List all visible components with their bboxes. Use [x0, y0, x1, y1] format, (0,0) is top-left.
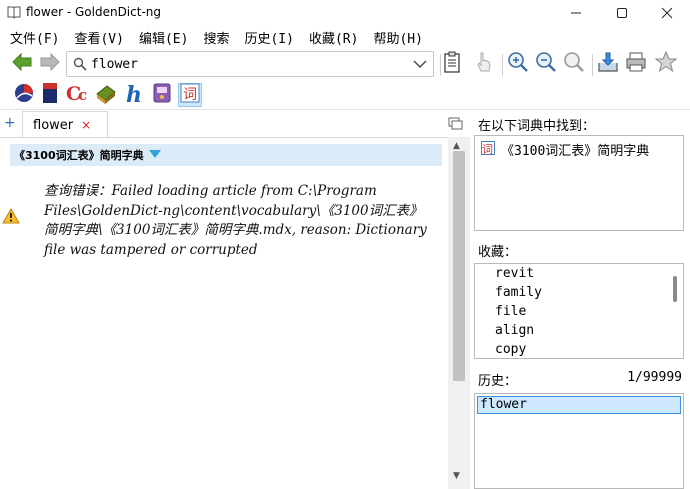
- error-message: 查询错误：Failed loading article from C:\Prog…: [44, 183, 427, 258]
- warning-icon: [2, 207, 20, 228]
- tab-flower[interactable]: flower ×: [22, 111, 108, 138]
- title-bar: flower - GoldenDict-ng: [0, 0, 690, 26]
- arrow-left-icon: [12, 52, 32, 75]
- side-panel: 在以下词典中找到： 词 《3100词汇表》简明字典 收藏： revit fami…: [470, 111, 690, 489]
- printer-icon: [625, 51, 647, 77]
- dict-toggle-6[interactable]: [150, 83, 174, 107]
- dict-toggle-4[interactable]: [94, 83, 118, 107]
- save-icon: [597, 51, 619, 77]
- favorite-item[interactable]: family: [495, 285, 542, 300]
- menu-edit[interactable]: 编辑(E): [139, 26, 188, 48]
- favorite-item[interactable]: copy: [495, 342, 526, 357]
- minimize-button[interactable]: [553, 0, 599, 26]
- history-item[interactable]: flower: [477, 396, 681, 414]
- books-dict-icon: [95, 82, 117, 108]
- dict-toggle-5[interactable]: h: [122, 82, 146, 108]
- dict-toggle-7[interactable]: 词: [178, 83, 202, 107]
- menu-file[interactable]: 文件(F): [10, 26, 59, 48]
- toolbar-divider: [592, 54, 593, 76]
- save-article-button[interactable]: [594, 50, 622, 78]
- zoom-out-icon: [535, 51, 557, 77]
- list-item[interactable]: 词 《3100词汇表》简明字典: [481, 140, 649, 159]
- h-dict-icon: h: [123, 82, 145, 108]
- purple-book-icon: [151, 82, 173, 108]
- zoom-in-icon: [507, 51, 529, 77]
- svg-text:词: 词: [183, 87, 197, 103]
- dictionary-bar: Cc h 词: [0, 80, 690, 110]
- plus-icon[interactable]: +: [4, 115, 16, 131]
- scroll-down-icon[interactable]: ▼: [453, 471, 460, 481]
- found-in-list: 词 《3100词汇表》简明字典: [474, 135, 684, 231]
- maximize-button[interactable]: [599, 0, 645, 26]
- vocab-dict-icon: 词: [481, 140, 495, 159]
- history-list: flower: [474, 393, 684, 489]
- found-in-item-label: 《3100词汇表》简明字典: [501, 144, 650, 159]
- menu-search[interactable]: 搜索: [203, 26, 229, 48]
- search-icon: [73, 57, 87, 75]
- article-view: 《3100词汇表》简明字典 查询错误：Failed loading articl…: [0, 137, 448, 489]
- toolbar-divider: [502, 54, 503, 76]
- scroll-up-icon[interactable]: ▲: [453, 141, 460, 151]
- dict-toggle-1[interactable]: [12, 83, 36, 107]
- cc-dict-icon: Cc: [66, 82, 90, 108]
- scrollbar-thumb[interactable]: [673, 276, 677, 302]
- favorites-list: revit family file align copy: [474, 263, 684, 359]
- favorite-item[interactable]: align: [495, 323, 534, 338]
- back-button[interactable]: [8, 50, 36, 78]
- favorite-item[interactable]: revit: [495, 266, 534, 281]
- zoom-out-button[interactable]: [532, 50, 560, 78]
- history-count: 1/99999: [627, 370, 682, 385]
- forward-button[interactable]: [36, 50, 64, 78]
- zoom-in-button[interactable]: [504, 50, 532, 78]
- menu-help[interactable]: 帮助(H): [373, 26, 422, 48]
- favorite-item[interactable]: file: [495, 304, 526, 319]
- clipboard-icon: [443, 51, 461, 77]
- chevron-down-icon[interactable]: [413, 58, 427, 74]
- window-title: flower - GoldenDict-ng: [26, 5, 161, 19]
- oxford-dict-icon: [41, 82, 59, 108]
- pronounce-button[interactable]: [438, 50, 466, 78]
- zoom-reset-icon: [563, 51, 585, 77]
- dictionary-title: 《3100词汇表》简明字典: [14, 149, 144, 162]
- favorites-label: 收藏：: [478, 245, 518, 260]
- close-button[interactable]: [644, 0, 690, 26]
- dictionary-header[interactable]: 《3100词汇表》简明字典: [10, 144, 442, 166]
- add-favorite-button[interactable]: [652, 50, 680, 78]
- svg-text:h: h: [126, 82, 142, 104]
- book-icon: [7, 5, 21, 19]
- menu-bar: 文件(F) 查看(V) 编辑(E) 搜索 历史(I) 收藏(R) 帮助(H): [0, 26, 690, 48]
- history-label: 历史：: [478, 374, 518, 389]
- search-box[interactable]: [66, 51, 434, 77]
- scan-popup-button[interactable]: [470, 50, 498, 78]
- svg-text:词: 词: [482, 143, 493, 155]
- scrollbar-thumb[interactable]: [453, 151, 465, 381]
- zoom-reset-button[interactable]: [560, 50, 588, 78]
- menu-history[interactable]: 历史(I): [244, 26, 293, 48]
- menu-favorites[interactable]: 收藏(R): [309, 26, 358, 48]
- tab-label: flower: [33, 117, 74, 133]
- star-icon: [654, 50, 678, 77]
- tab-bar: + flower ×: [0, 111, 470, 138]
- close-tab-icon[interactable]: ×: [81, 118, 91, 132]
- menu-view[interactable]: 查看(V): [74, 26, 123, 48]
- dict-toggle-3[interactable]: Cc: [66, 83, 90, 107]
- found-in-label: 在以下词典中找到：: [478, 119, 596, 134]
- hand-pointer-icon: [474, 51, 494, 77]
- search-input[interactable]: [91, 54, 411, 74]
- dict-toggle-2[interactable]: [38, 83, 62, 107]
- vocab-dict-icon: 词: [180, 83, 200, 107]
- globe-dict-icon: [13, 82, 35, 108]
- arrow-right-icon: [40, 52, 60, 75]
- article-scrollbar[interactable]: ▲ ▼: [448, 137, 470, 489]
- print-button[interactable]: [622, 50, 650, 78]
- tabs-menu-icon[interactable]: [448, 116, 464, 134]
- toolbar: [0, 48, 690, 80]
- svg-text:c: c: [78, 86, 87, 104]
- triangle-down-icon[interactable]: [148, 148, 162, 163]
